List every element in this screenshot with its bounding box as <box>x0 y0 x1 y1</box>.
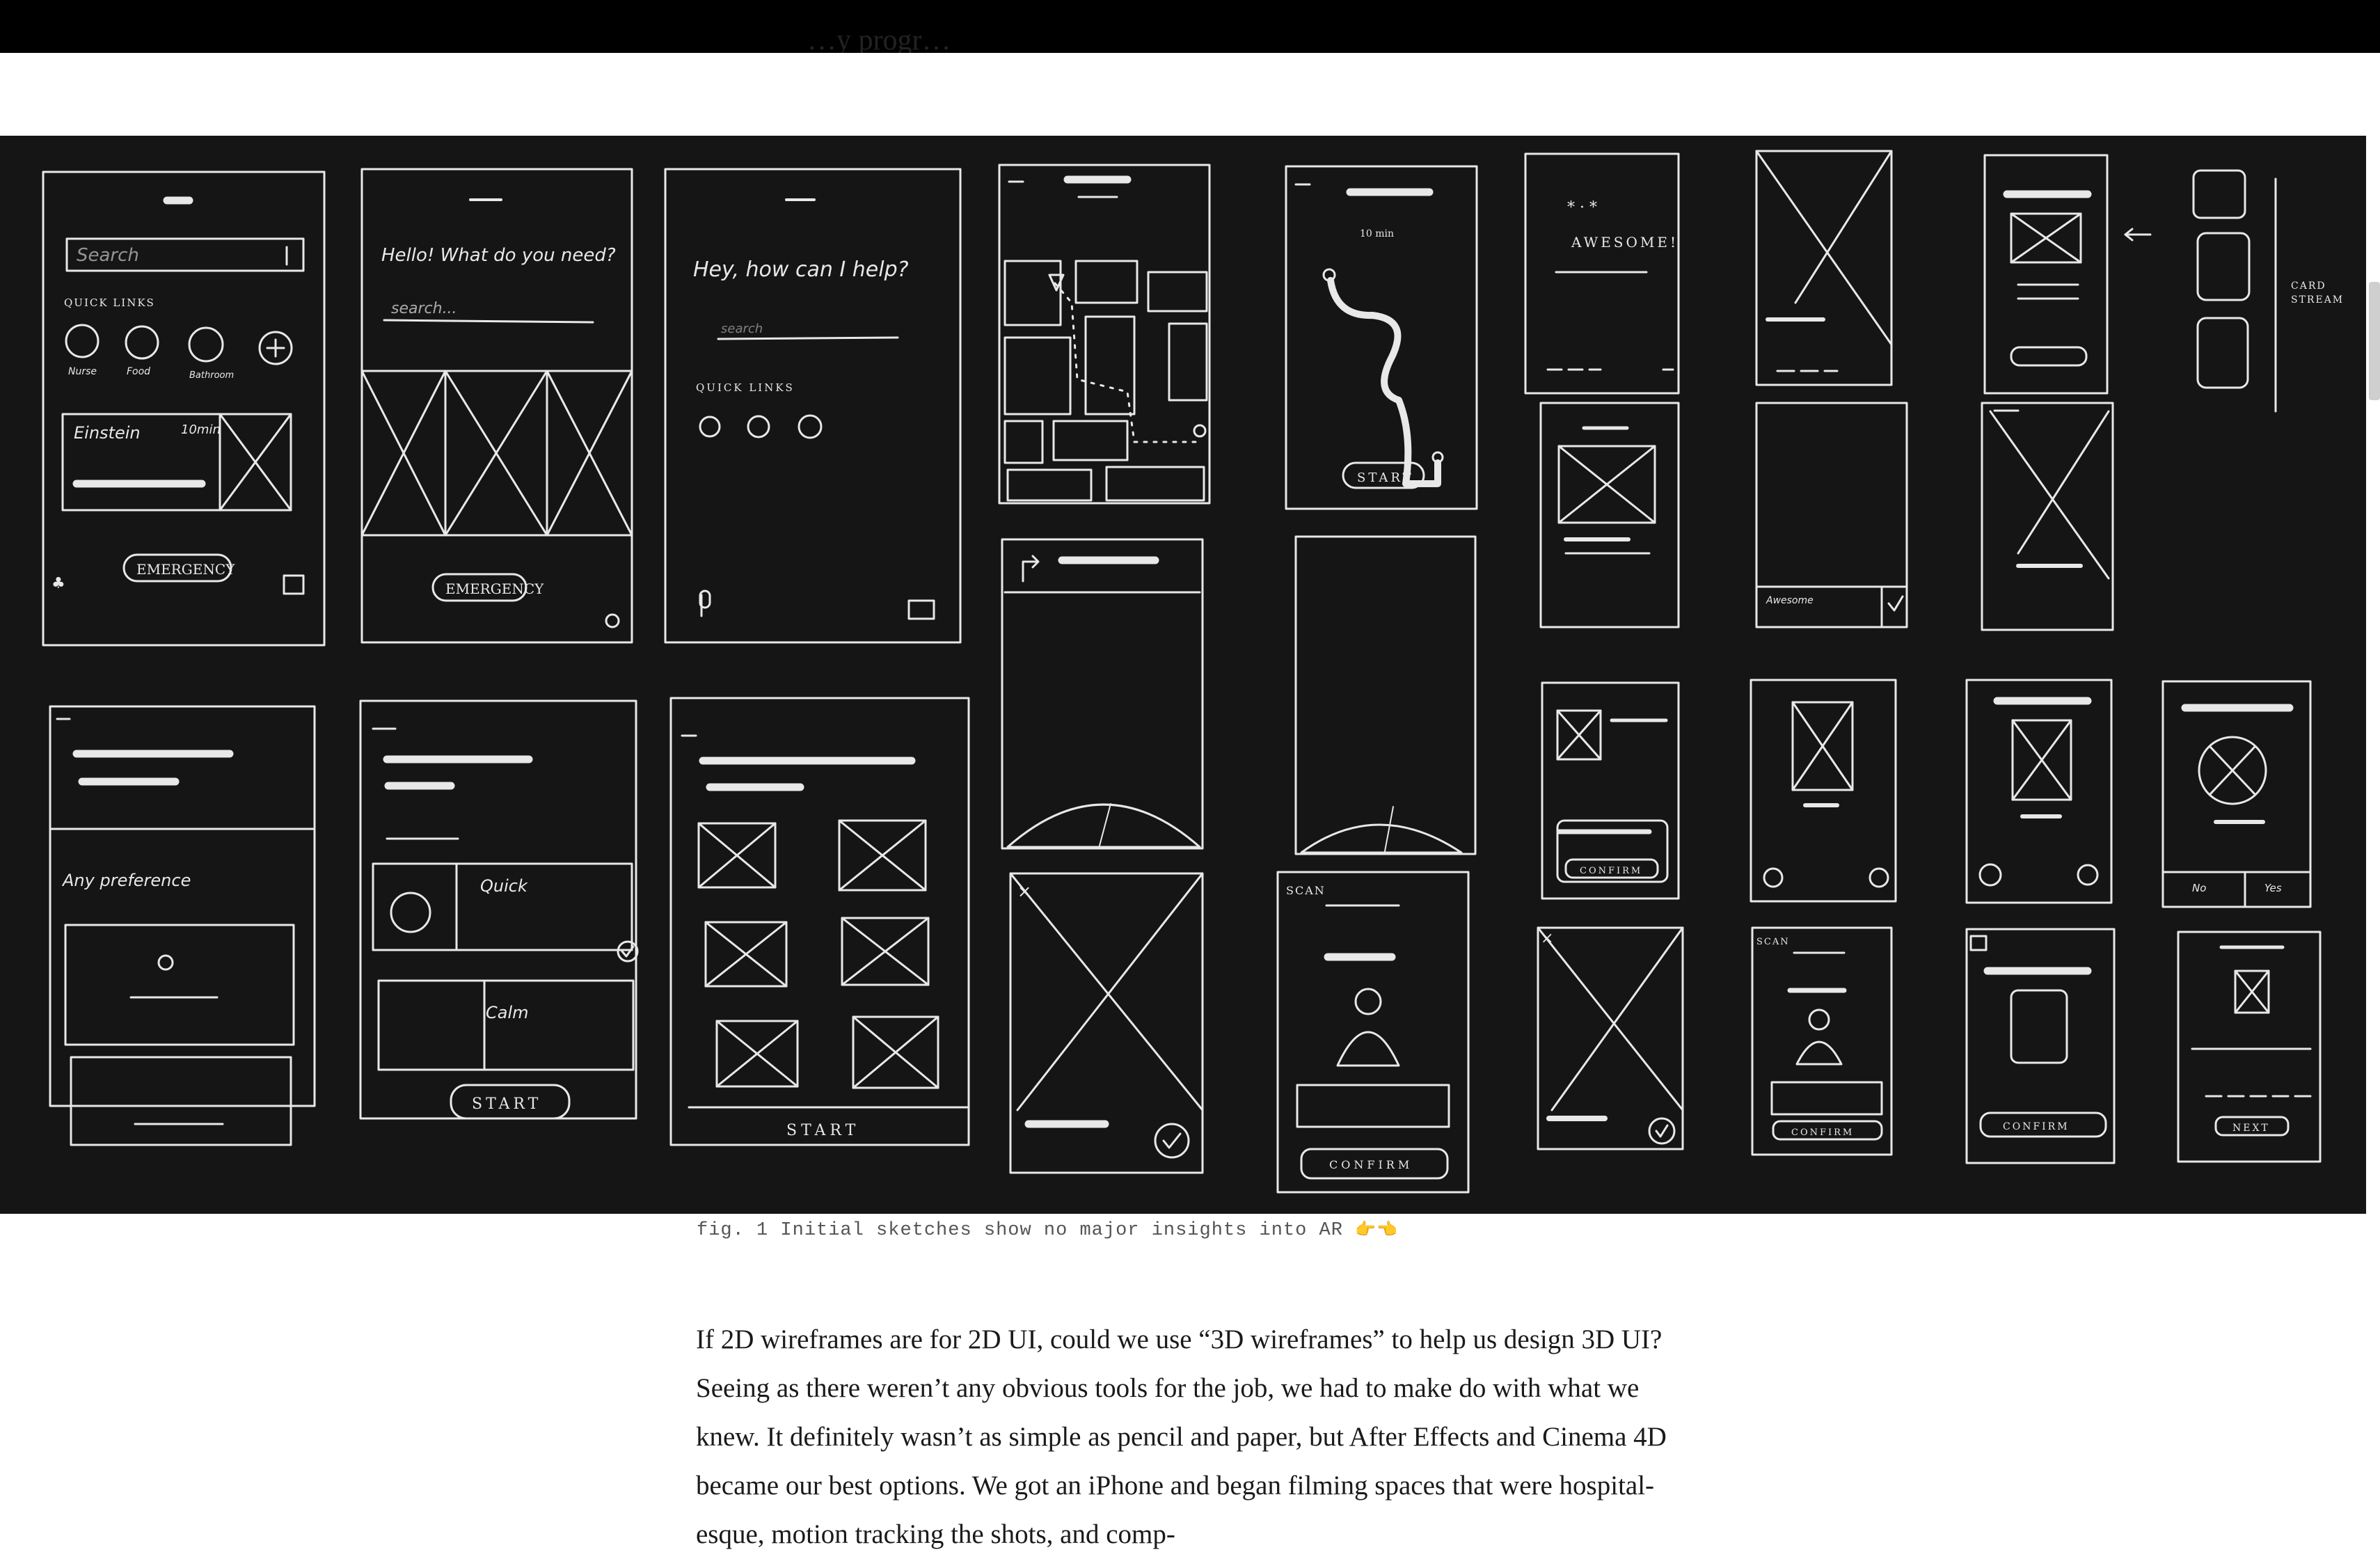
svg-text:EMERGENCY: EMERGENCY <box>136 561 235 578</box>
svg-text:Any preference: Any preference <box>61 871 191 890</box>
svg-text:CONFIRM: CONFIRM <box>1580 866 1642 876</box>
sketch-phone-choice-2 <box>1965 679 2113 904</box>
svg-text:CONFIRM: CONFIRM <box>2003 1121 2070 1132</box>
sketch-phone-scan-profile: SCAN CONFIRM <box>1276 871 1470 1194</box>
scrollbar-thumb[interactable] <box>2369 282 2380 400</box>
cutoff-previous-text: …y progr… <box>807 28 951 53</box>
svg-text:♣: ♣ <box>51 575 65 592</box>
svg-text:Yes: Yes <box>2264 882 2282 894</box>
svg-text:10min: 10min <box>181 422 221 437</box>
svg-text:AWESOME!: AWESOME! <box>1571 234 1679 251</box>
svg-text:CARD: CARD <box>2291 280 2326 292</box>
svg-text:Nurse: Nurse <box>68 366 97 377</box>
svg-text:NEXT: NEXT <box>2232 1123 2270 1134</box>
sketch-phone-home: Search QUICK LINKS Nurse Food Bathroom E… <box>42 171 326 647</box>
caption-text: fig. 1 Initial sketches show no major in… <box>697 1220 1343 1241</box>
sketch-phone-ar-blank <box>1294 535 1477 855</box>
svg-text:Awesome: Awesome <box>1766 595 1814 606</box>
svg-text:Calm: Calm <box>486 1003 529 1022</box>
sketch-phone-awesome: AWESOME! * · * <box>1524 152 1680 395</box>
svg-text:Quick: Quick <box>480 876 528 896</box>
sketch-card-stream: CARD STREAM <box>2192 169 2344 413</box>
sketch-phone-confirm-card: CONFIRM <box>1541 681 1680 900</box>
pointing-fingers-emoji: 👉👈 <box>1355 1219 1398 1239</box>
sketch-phone-camera-small: × <box>1537 926 1684 1150</box>
sketch-phone-detail-small <box>1539 402 1680 628</box>
svg-text:Bathroom: Bathroom <box>189 370 234 381</box>
sketch-phone-yes-no: No Yes <box>2161 680 2312 908</box>
figure-caption: fig. 1 Initial sketches show no major in… <box>697 1219 1398 1241</box>
svg-text:SCAN: SCAN <box>1286 884 1326 897</box>
top-black-bar <box>0 0 2380 53</box>
sketch-phone-image <box>1755 150 1893 386</box>
svg-text:10 min: 10 min <box>1360 228 1394 239</box>
svg-text:CONFIRM: CONFIRM <box>1791 1127 1854 1138</box>
sketch-phone-grid: START <box>669 697 970 1146</box>
svg-text:Einstein: Einstein <box>74 423 141 443</box>
svg-text:* · *: * · * <box>1567 199 1597 216</box>
sketch-phone-card-confirm: CONFIRM <box>1965 928 2116 1164</box>
wireframe-sketches-figure: text { fill: #e8e8e8; stroke: none; font… <box>0 136 2366 1214</box>
sketch-phone-camera: × <box>1009 872 1204 1174</box>
svg-text:No: No <box>2192 882 2206 894</box>
svg-text:EMERGENCY: EMERGENCY <box>445 580 544 597</box>
svg-text:START: START <box>786 1122 859 1139</box>
svg-text:Search: Search <box>77 245 139 266</box>
svg-text:Hey, how can I help?: Hey, how can I help? <box>693 258 909 282</box>
sketch-phone-blank: Awesome <box>1755 402 1908 628</box>
sketch-canvas: text { fill: #e8e8e8; stroke: none; font… <box>42 150 2344 1194</box>
sketch-phone-assistant: Hey, how can I help? search QUICK LINKS <box>664 168 962 644</box>
sketch-phone-next: NEXT <box>2177 931 2322 1163</box>
svg-text:search...: search... <box>391 300 457 317</box>
svg-text:Food: Food <box>127 366 150 377</box>
svg-text:search: search <box>721 322 763 336</box>
sketch-phone-ar-direction <box>1001 538 1204 850</box>
sketch-phone-map <box>998 164 1211 505</box>
sketch-phone-card <box>1983 154 2152 395</box>
svg-text:QUICK LINKS: QUICK LINKS <box>64 296 155 309</box>
sketch-phone-choice-x-check <box>1750 679 1897 903</box>
article-paragraph: If 2D wireframes are for 2D UI, could we… <box>696 1324 1667 1549</box>
svg-text:SCAN: SCAN <box>1756 937 1790 947</box>
svg-text:STREAM: STREAM <box>2291 294 2344 306</box>
sketch-phone-hello: Hello! What do you need? search... EMERG… <box>360 168 633 644</box>
sketch-phone-photo <box>1981 402 2114 631</box>
svg-text:Hello! What do you need?: Hello! What do you need? <box>381 245 616 266</box>
svg-text:START: START <box>472 1095 541 1113</box>
sketch-phone-preference: Any preference <box>49 705 316 1146</box>
svg-text:START: START <box>1357 470 1414 485</box>
sketch-phone-mood: Quick Calm START <box>359 699 639 1120</box>
sketch-phone-route: 10 min START <box>1285 165 1478 510</box>
svg-text:QUICK LINKS: QUICK LINKS <box>696 381 795 394</box>
svg-text:CONFIRM: CONFIRM <box>1329 1158 1413 1171</box>
sketch-phone-scan-small: SCAN CONFIRM <box>1751 926 1893 1156</box>
